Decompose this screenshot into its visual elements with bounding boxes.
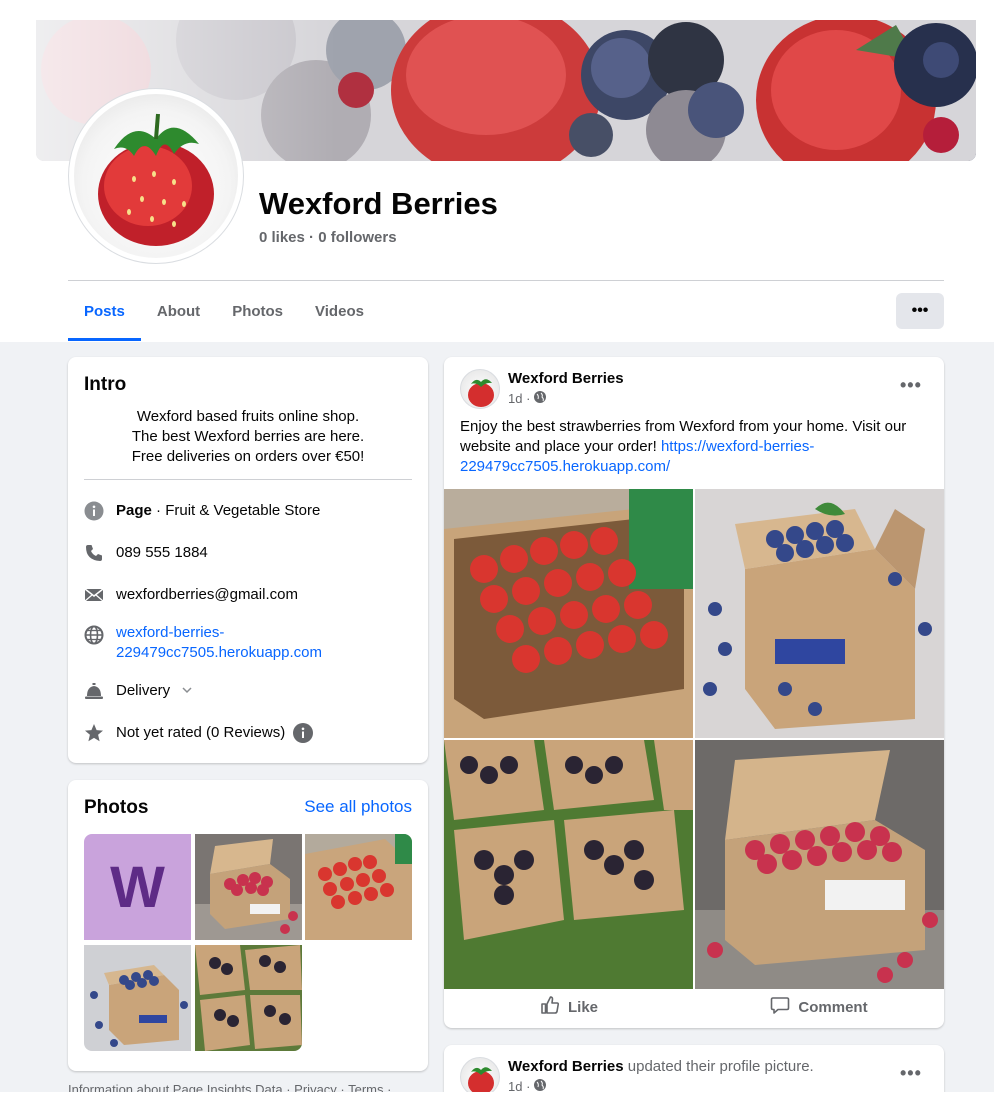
email-row: wexfordberries@gmail.com	[84, 585, 414, 605]
phone-number[interactable]: 089 555 1884	[116, 543, 208, 563]
thumbs-up-icon	[540, 995, 560, 1019]
intro-card: Intro Wexford based fruits online shop. …	[68, 357, 428, 763]
tab-videos[interactable]: Videos	[299, 281, 380, 341]
tab-posts[interactable]: Posts	[68, 281, 141, 341]
post-text: Enjoy the best strawberries from Wexford…	[460, 417, 930, 477]
website-link[interactable]: wexford-berries- 229479cc7505.herokuapp.…	[116, 623, 322, 663]
page-stats[interactable]: 0 likes · 0 followers	[259, 229, 397, 246]
delivery-row[interactable]: Delivery	[84, 681, 414, 701]
page-tabs: Posts About Photos Videos	[68, 281, 380, 341]
post-author-name[interactable]: Wexford Berries	[508, 1058, 624, 1075]
globe-icon	[84, 625, 104, 645]
comment-bubble-icon	[770, 995, 790, 1019]
strawberry-logo	[98, 113, 214, 246]
post-card: Wexford Berries 1d · ••• Enjoy the best …	[444, 357, 944, 1028]
page-type-label: Page	[116, 502, 152, 519]
intro-divider	[84, 479, 412, 480]
post-card: Wexford Berries updated their profile pi…	[444, 1045, 944, 1096]
email-address[interactable]: wexfordberries@gmail.com	[116, 585, 298, 605]
intro-title: Intro	[84, 374, 127, 395]
post-image-blueberries[interactable]	[695, 489, 944, 738]
phone-icon	[84, 543, 104, 563]
envelope-icon	[84, 585, 104, 605]
post-author-avatar[interactable]	[460, 1057, 500, 1096]
see-all-photos-link[interactable]: See all photos	[304, 797, 412, 817]
tab-about[interactable]: About	[141, 281, 216, 341]
page-title: Wexford Berries	[259, 186, 498, 221]
more-dots-icon: •••	[911, 302, 929, 319]
post-action-text: updated their profile picture.	[623, 1058, 814, 1075]
delivery-label: Delivery	[116, 682, 171, 699]
page-header: Wexford Berries 0 likes · 0 followers Po…	[0, 0, 994, 342]
page-category-row: Page · Fruit & Vegetable Store	[84, 501, 414, 521]
rating-info-icon[interactable]	[293, 723, 314, 749]
globe-icon	[534, 391, 547, 406]
post-meta: 1d ·	[508, 391, 547, 406]
top-strip	[0, 0, 994, 20]
service-bell-icon	[84, 681, 104, 701]
photo-thumbnail-logo[interactable]: W	[84, 834, 191, 940]
post-header-text: Wexford Berries updated their profile pi…	[508, 1058, 814, 1075]
photos-card: Photos See all photos W	[68, 780, 428, 1071]
logo-letter: W	[110, 854, 165, 920]
more-options-button[interactable]: •••	[896, 293, 944, 329]
star-icon	[84, 723, 104, 743]
website-link-line: wexford-berries-	[116, 624, 225, 641]
bio-line: The best Wexford berries are here.	[131, 428, 365, 445]
like-button[interactable]: Like	[444, 989, 694, 1025]
photo-thumbnail-blueberries[interactable]	[84, 945, 191, 1051]
bio-line: Free deliveries on orders over €50!	[131, 448, 365, 465]
photo-thumbnail-raspberries[interactable]	[195, 834, 302, 940]
website-row: wexford-berries- 229479cc7505.herokuapp.…	[84, 623, 414, 663]
comment-button[interactable]: Comment	[694, 989, 944, 1025]
post-image-raspberries[interactable]	[695, 740, 944, 989]
page-category: · Fruit & Vegetable Store	[151, 502, 321, 519]
website-link-line: 229479cc7505.herokuapp.com	[116, 644, 322, 661]
post-options-dots-icon[interactable]: •••	[900, 1063, 922, 1084]
post-actions: Like Comment	[444, 989, 944, 1025]
post-time[interactable]: 1d ·	[508, 391, 530, 406]
tab-photos[interactable]: Photos	[216, 281, 299, 341]
bottom-strip	[0, 1092, 994, 1096]
post-author-avatar[interactable]	[460, 369, 500, 409]
info-icon	[84, 501, 104, 521]
intro-bio: Wexford based fruits online shop. The be…	[84, 407, 412, 467]
comment-label: Comment	[798, 998, 868, 1016]
phone-row: 089 555 1884	[84, 543, 414, 563]
rating-row: Not yet rated (0 Reviews)	[84, 723, 414, 749]
profile-picture[interactable]	[74, 94, 238, 258]
rating-text: Not yet rated (0 Reviews)	[116, 724, 286, 741]
bio-line: Wexford based fruits online shop.	[136, 408, 360, 425]
post-image-blackberries[interactable]	[444, 740, 693, 989]
chevron-down-icon	[182, 680, 192, 700]
photo-thumbnail-blackberries[interactable]	[195, 945, 302, 1051]
post-options-dots-icon[interactable]: •••	[900, 375, 922, 396]
photos-title: Photos	[84, 797, 149, 818]
like-label: Like	[567, 998, 598, 1016]
post-author-name[interactable]: Wexford Berries	[508, 370, 624, 387]
photo-thumbnail-strawberries[interactable]	[305, 834, 412, 940]
post-image-strawberries[interactable]	[444, 489, 693, 738]
